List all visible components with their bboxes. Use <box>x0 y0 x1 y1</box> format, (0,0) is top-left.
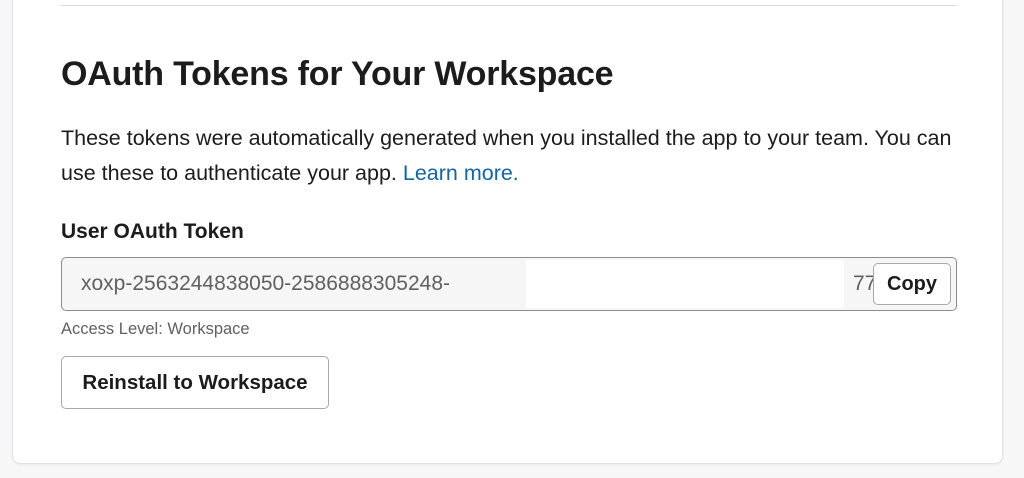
section-title: OAuth Tokens for Your Workspace <box>61 55 614 93</box>
user-oauth-token-label: User OAuth Token <box>61 220 244 243</box>
section-divider <box>61 5 957 6</box>
oauth-tokens-card: OAuth Tokens for Your Workspace These to… <box>12 0 1003 464</box>
copy-token-button[interactable]: Copy <box>873 263 951 305</box>
token-value-text: xoxp-2563244838050-2586888305248- <box>81 272 450 295</box>
token-redaction <box>526 260 844 308</box>
access-level-text: Access Level: Workspace <box>61 320 250 338</box>
user-oauth-token-field[interactable]: xoxp-2563244838050-2586888305248- 77 Cop… <box>61 257 957 311</box>
learn-more-link[interactable]: Learn more. <box>403 161 519 185</box>
section-description: These tokens were automatically generate… <box>61 121 961 191</box>
reinstall-to-workspace-button[interactable]: Reinstall to Workspace <box>61 356 329 409</box>
